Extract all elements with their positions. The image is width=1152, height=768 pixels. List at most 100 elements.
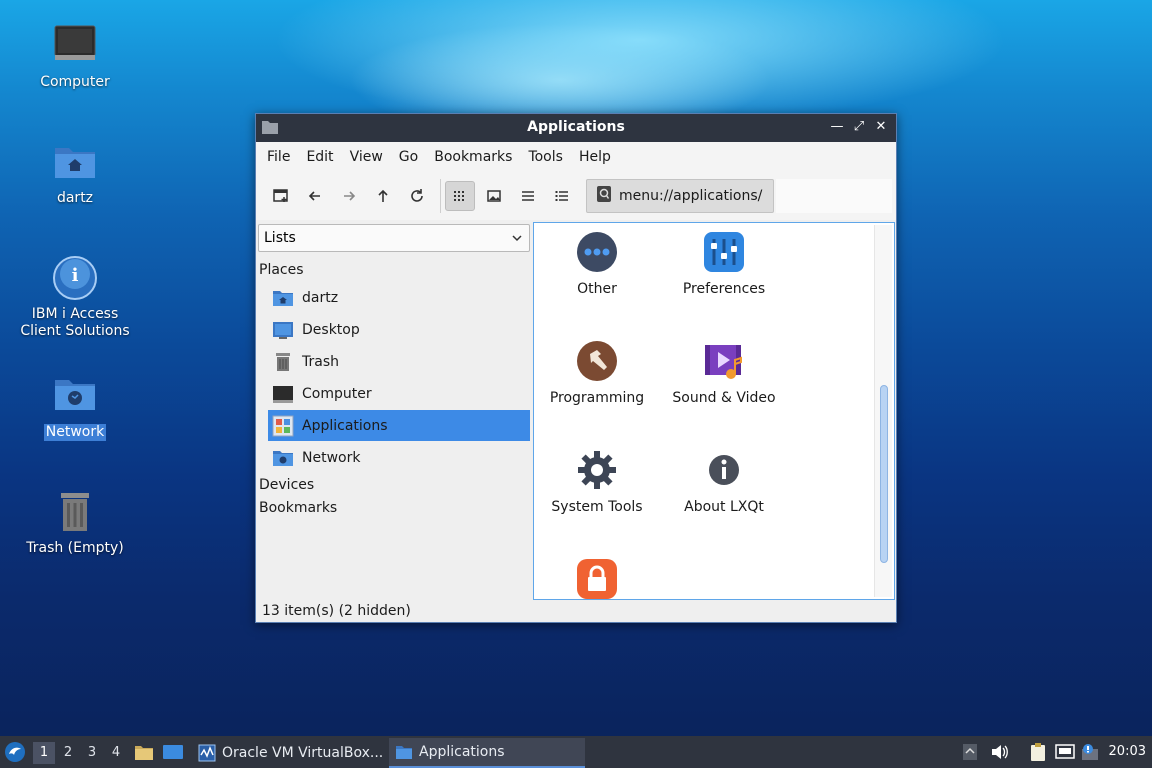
app-item-preferences[interactable]: Preferences <box>664 231 784 297</box>
system-tools-icon <box>576 449 618 491</box>
folder-view[interactable]: Other Preferences Programming Sound & Vi… <box>533 222 895 600</box>
svg-text:i: i <box>72 265 79 286</box>
file-manager-window: Applications — ⤢ ✕ File Edit View Go Boo… <box>255 113 897 623</box>
app-item-about-lxqt[interactable]: About LXQt <box>664 449 784 515</box>
desktop-label: dartz <box>56 190 94 206</box>
show-desktop-icon <box>163 745 183 759</box>
clipboard-icon <box>1031 743 1045 761</box>
side-pane: Lists Places dartz Desktop Trash Compute… <box>256 222 532 596</box>
minimize-icon[interactable]: — <box>828 118 846 136</box>
sidebar-item-dartz[interactable]: dartz <box>268 282 530 313</box>
menu-file[interactable]: File <box>259 142 298 172</box>
desktop-label: IBM i Access Client Solutions <box>20 306 130 339</box>
lxqt-logo-icon <box>5 742 25 762</box>
path-bar[interactable]: menu://applications/ <box>586 179 774 213</box>
places-header[interactable]: Places <box>259 262 304 278</box>
desktop-icon-dartz[interactable]: dartz <box>10 138 140 207</box>
desktop-icon-network[interactable]: Network <box>10 372 140 441</box>
compact-view-icon[interactable] <box>513 181 543 211</box>
notification-icon <box>1082 744 1098 760</box>
start-menu-button[interactable] <box>4 736 28 768</box>
app-label: System Tools <box>551 499 643 515</box>
up-icon[interactable] <box>368 181 398 211</box>
task-label: Oracle VM VirtualBox... <box>222 745 384 761</box>
reload-icon[interactable] <box>402 181 432 211</box>
volume-button[interactable] <box>990 736 1010 768</box>
task-label: Applications <box>419 744 505 760</box>
maximize-icon[interactable]: ⤢ <box>850 118 868 136</box>
file-manager-launcher[interactable] <box>134 736 154 768</box>
clipboard-button[interactable] <box>1028 736 1050 768</box>
sidebar-item-computer[interactable]: Computer <box>268 378 530 409</box>
app-item-programming[interactable]: Programming <box>537 340 657 406</box>
sound-video-icon <box>703 340 745 382</box>
menu-bar: File Edit View Go Bookmarks Tools Help <box>256 142 896 172</box>
new-tab-icon[interactable] <box>266 181 296 211</box>
sidebar-item-label: dartz <box>302 289 339 306</box>
show-desktop-launcher[interactable] <box>162 736 184 768</box>
path-text: menu://applications/ <box>619 188 763 204</box>
sidebar-item-label: Network <box>302 449 361 466</box>
side-pane-mode-select[interactable]: Lists <box>258 224 530 252</box>
sidebar-item-trash[interactable]: Trash <box>268 346 530 377</box>
scrollbar-thumb[interactable] <box>880 385 888 563</box>
task-applications[interactable]: Applications <box>389 738 585 768</box>
icon-view-icon[interactable] <box>445 181 475 211</box>
status-bar: 13 item(s) (2 hidden) <box>262 603 411 619</box>
desktop-label: Network <box>43 424 107 441</box>
thumbnail-view-icon[interactable] <box>479 181 509 211</box>
menu-edit[interactable]: Edit <box>298 142 341 172</box>
computer-icon <box>272 383 294 405</box>
workspace-2[interactable]: 2 <box>57 742 79 764</box>
detailed-list-icon[interactable] <box>547 181 577 211</box>
workspace-4[interactable]: 4 <box>105 742 127 764</box>
menu-tools[interactable]: Tools <box>520 142 571 172</box>
title-bar[interactable]: Applications — ⤢ ✕ <box>256 114 896 142</box>
app-item-other[interactable]: Other <box>537 231 657 297</box>
sidebar-item-desktop[interactable]: Desktop <box>268 314 530 345</box>
sidebar-item-label: Trash <box>302 353 339 370</box>
desktop-icon-trash[interactable]: Trash (Empty) <box>10 488 140 557</box>
tray-arrow[interactable] <box>962 736 980 768</box>
path-bar-empty-area[interactable] <box>776 179 892 213</box>
app-item-lock[interactable] <box>537 558 657 608</box>
tray-expand-icon <box>963 744 977 760</box>
back-icon[interactable] <box>300 181 330 211</box>
file-manager-icon <box>135 746 153 760</box>
sidebar-item-network[interactable]: Network <box>268 442 530 473</box>
bookmarks-header[interactable]: Bookmarks <box>259 500 337 516</box>
menu-go[interactable]: Go <box>391 142 426 172</box>
menu-bookmarks[interactable]: Bookmarks <box>426 142 520 172</box>
ibm-access-icon: i <box>51 254 99 302</box>
menu-help[interactable]: Help <box>571 142 619 172</box>
menu-view[interactable]: View <box>342 142 391 172</box>
app-label: Programming <box>549 390 645 406</box>
sidebar-item-label: Computer <box>302 385 372 402</box>
task-virtualbox[interactable]: Oracle VM VirtualBox... <box>192 738 384 768</box>
chevron-down-icon <box>511 225 523 260</box>
network-folder-icon <box>51 372 99 420</box>
app-item-sound-video[interactable]: Sound & Video <box>664 340 784 406</box>
desktop-label: Computer <box>40 74 110 90</box>
app-label: Preferences <box>682 281 766 297</box>
forward-icon[interactable] <box>334 181 364 211</box>
vertical-scrollbar[interactable] <box>874 225 892 597</box>
notification-button[interactable] <box>1081 736 1103 768</box>
desktop-icon-computer[interactable]: Computer <box>10 22 140 91</box>
sidebar-item-applications[interactable]: Applications <box>268 410 530 441</box>
devices-header[interactable]: Devices <box>259 477 314 493</box>
about-icon <box>703 449 745 491</box>
workspace-3[interactable]: 3 <box>81 742 103 764</box>
desktop-label: Trash (Empty) <box>26 540 124 556</box>
app-item-system-tools[interactable]: System Tools <box>537 449 657 515</box>
network-icon <box>272 447 294 469</box>
workspace-1[interactable]: 1 <box>33 742 55 764</box>
folder-icon <box>396 746 412 759</box>
taskbar: 1 2 3 4 Oracle VM VirtualBox... Applicat… <box>0 736 1152 768</box>
clock[interactable]: 20:03 <box>1109 744 1146 759</box>
home-folder-icon <box>272 287 294 309</box>
network-tray-button[interactable] <box>1055 736 1077 768</box>
close-icon[interactable]: ✕ <box>872 118 890 136</box>
sidebar-item-label: Desktop <box>302 321 360 338</box>
desktop-icon-ibm-access[interactable]: i IBM i Access Client Solutions <box>10 254 140 340</box>
